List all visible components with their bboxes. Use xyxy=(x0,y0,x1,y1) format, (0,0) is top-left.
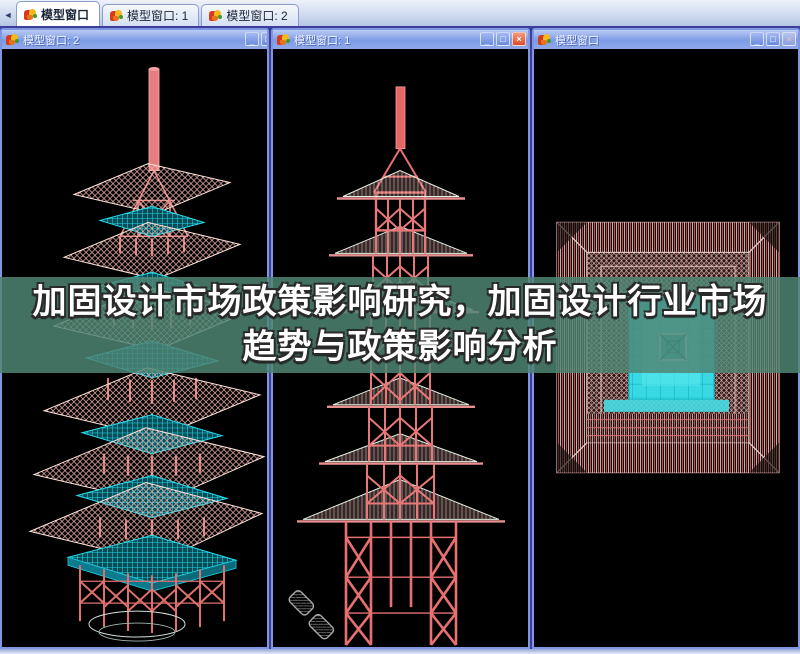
titlebar-model-2[interactable]: 模型窗口: 2 _ □ xyxy=(2,30,267,50)
tab-model-window-1[interactable]: 模型窗口: 1 xyxy=(102,4,200,26)
model-window-icon xyxy=(6,33,19,46)
model-window-icon xyxy=(277,33,290,46)
mdi-frame-bottom-edge xyxy=(0,649,800,654)
minimize-button[interactable]: _ xyxy=(750,32,764,46)
headline-banner: 加固设计市场政策影响研究，加固设计行业市场趋势与政策影响分析 xyxy=(0,277,800,373)
close-button-disabled: × xyxy=(782,32,796,46)
maximize-button[interactable]: □ xyxy=(261,32,267,46)
pencil-cursor-icon xyxy=(288,590,335,640)
titlebar-model[interactable]: 模型窗口 _ □ × xyxy=(534,30,798,50)
tab-model-window-2[interactable]: 模型窗口: 2 xyxy=(201,4,299,26)
titlebar-model-1[interactable]: 模型窗口: 1 _ □ × xyxy=(273,30,528,50)
close-button[interactable]: × xyxy=(512,32,526,46)
maximize-button[interactable]: □ xyxy=(766,32,780,46)
headline-text: 加固设计市场政策影响研究，加固设计行业市场趋势与政策影响分析 xyxy=(32,283,768,366)
window-title: 模型窗口: 2 xyxy=(23,34,80,47)
model-window-icon xyxy=(24,8,37,21)
window-tab-bar: ◄ 模型窗口 模型窗口: 1 模型窗口: 2 xyxy=(0,0,800,27)
minimize-button[interactable]: _ xyxy=(480,32,494,46)
maximize-button[interactable]: □ xyxy=(496,32,510,46)
model-window-icon xyxy=(110,9,124,22)
model-window-icon xyxy=(209,9,223,22)
model-window-icon xyxy=(538,33,551,46)
tab-label: 模型窗口 xyxy=(41,7,90,22)
tab-scroll-left-icon[interactable]: ◄ xyxy=(1,6,15,24)
tab-label: 模型窗口: 2 xyxy=(226,9,288,23)
minimize-button[interactable]: _ xyxy=(245,32,259,46)
tab-model-window[interactable]: 模型窗口 xyxy=(16,1,101,26)
tab-label: 模型窗口: 1 xyxy=(127,9,189,23)
